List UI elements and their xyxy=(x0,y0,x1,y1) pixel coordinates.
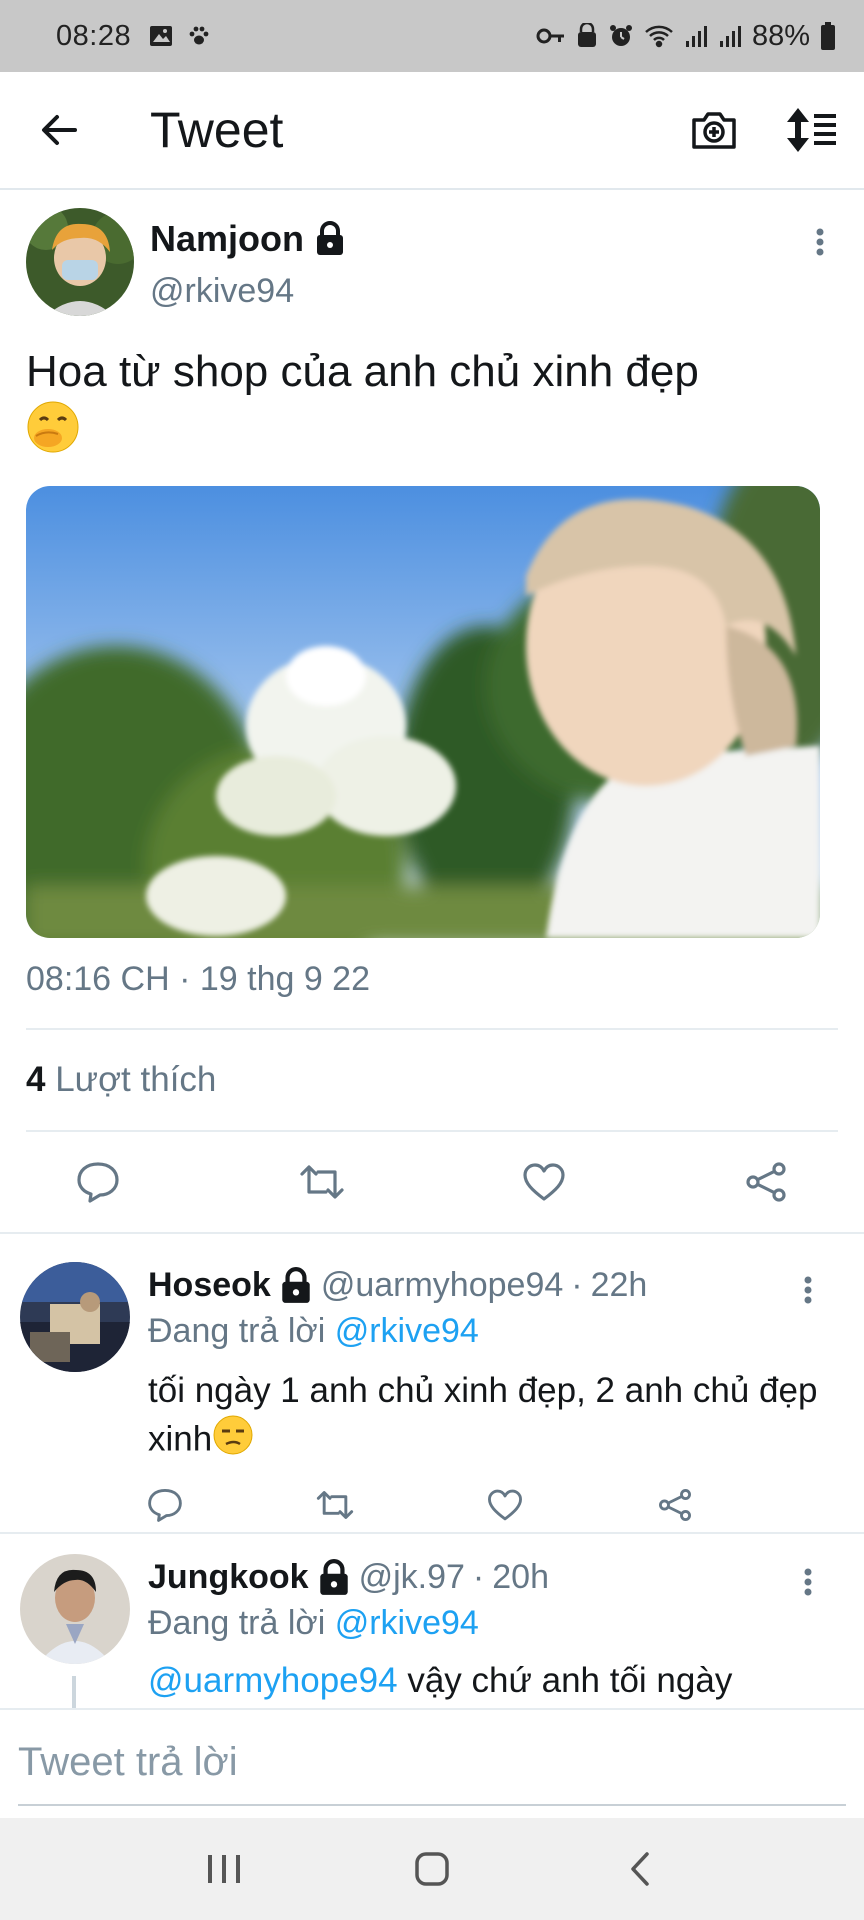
chevron-left-icon xyxy=(631,1852,649,1886)
like-icon xyxy=(488,1489,522,1521)
thread-line xyxy=(72,1676,76,1708)
tweet-text: Hoa từ shop của anh chủ xinh đẹp xyxy=(26,344,826,468)
status-bar: 08:28 88% xyxy=(0,0,864,72)
share-button[interactable] xyxy=(736,1152,796,1212)
reply-compose-bar[interactable]: Tweet trả lời xyxy=(0,1708,864,1814)
reply-author-name[interactable]: Hoseok xyxy=(148,1266,313,1305)
recents-button[interactable] xyxy=(184,1829,264,1909)
divider xyxy=(26,1028,838,1030)
hand-over-mouth-emoji-icon xyxy=(26,400,80,468)
lock-bag-icon xyxy=(576,23,598,49)
replying-label: Đang trả lời xyxy=(148,1604,326,1642)
reply-body-mention[interactable]: @uarmyhope94 xyxy=(148,1661,398,1700)
paw-icon xyxy=(187,24,211,48)
likes-number: 4 xyxy=(26,1060,46,1099)
arrow-left-icon xyxy=(42,115,77,145)
retweet-icon xyxy=(300,1165,344,1199)
kebab-icon xyxy=(804,1568,812,1596)
likes-label: Lượt thích xyxy=(55,1060,217,1099)
home-button[interactable] xyxy=(392,1829,472,1909)
share-icon xyxy=(659,1489,691,1521)
reply-button[interactable] xyxy=(140,1480,190,1530)
reply-text: tối ngày 1 anh chủ xinh đẹp, 2 anh chủ đ… xyxy=(148,1368,828,1468)
replying-to: Đang trả lời @rkive94 xyxy=(148,1312,479,1351)
share-icon xyxy=(746,1162,786,1202)
image-icon xyxy=(149,24,173,48)
more-options-button[interactable] xyxy=(788,1562,828,1602)
reply-author-name-text: Jungkook xyxy=(148,1558,309,1596)
battery-icon xyxy=(820,22,836,50)
reply-time: 22h xyxy=(590,1266,648,1304)
back-button[interactable] xyxy=(30,101,88,159)
avatar[interactable] xyxy=(20,1262,130,1372)
home-icon xyxy=(415,1852,449,1886)
dot-separator: · xyxy=(571,1266,583,1304)
replying-mention[interactable]: @rkive94 xyxy=(335,1312,479,1350)
reply-input[interactable]: Tweet trả lời xyxy=(18,1740,238,1785)
retweet-icon xyxy=(316,1491,354,1519)
retweet-button[interactable] xyxy=(310,1480,360,1530)
author-handle: @rkive94 xyxy=(150,272,295,310)
alarm-icon xyxy=(608,23,634,49)
tweet-body: Hoa từ shop của anh chủ xinh đẹp xyxy=(26,347,699,396)
avatar[interactable] xyxy=(20,1554,130,1664)
reply-icon xyxy=(77,1162,119,1203)
replying-to: Đang trả lời @rkive94 xyxy=(148,1604,479,1643)
app-header: Tweet xyxy=(0,72,864,190)
signal-icon xyxy=(684,24,708,48)
kebab-icon xyxy=(816,228,824,256)
reply-text: @uarmyhope94 vậy chứ anh tối ngày xyxy=(148,1658,828,1704)
sort-button[interactable] xyxy=(786,108,836,152)
back-nav-button[interactable] xyxy=(600,1829,680,1909)
more-options-button[interactable] xyxy=(800,222,840,262)
retweet-button[interactable] xyxy=(292,1152,352,1212)
camera-button[interactable] xyxy=(690,109,738,151)
tweet-action-bar xyxy=(0,1152,864,1218)
like-icon xyxy=(523,1163,565,1201)
status-time: 08:28 xyxy=(56,19,132,52)
replying-mention[interactable]: @rkive94 xyxy=(335,1604,479,1642)
lock-icon xyxy=(282,1266,310,1303)
camera-plus-icon xyxy=(692,112,736,149)
likes-count[interactable]: 4 Lượt thích xyxy=(26,1060,216,1100)
reply-button[interactable] xyxy=(68,1152,128,1212)
wifi-icon xyxy=(644,23,674,49)
avatar[interactable] xyxy=(26,208,134,316)
like-button[interactable] xyxy=(480,1480,530,1530)
like-button[interactable] xyxy=(514,1152,574,1212)
recents-icon xyxy=(208,1855,240,1883)
kebab-icon xyxy=(804,1276,812,1304)
page-title: Tweet xyxy=(150,102,284,158)
reply-time: 20h xyxy=(492,1558,549,1596)
reply-action-bar xyxy=(0,1480,864,1530)
input-underline xyxy=(18,1804,846,1806)
battery-percent: 88% xyxy=(751,19,810,52)
share-button[interactable] xyxy=(650,1480,700,1530)
reply-author-name[interactable]: Jungkook xyxy=(148,1558,351,1597)
replying-label: Đang trả lời xyxy=(148,1312,326,1350)
tweet-timestamp: 08:16 CH · 19 thg 9 22 xyxy=(26,960,371,998)
tweet-media-image[interactable] xyxy=(26,486,820,938)
system-nav-bar xyxy=(0,1818,864,1920)
reply-item[interactable]: Hoseok @uarmyhope94 · 22h Đang trả lời @… xyxy=(0,1234,864,1532)
key-icon xyxy=(536,24,566,48)
unamused-emoji-icon xyxy=(212,1414,254,1468)
reply-icon xyxy=(148,1489,182,1522)
more-options-button[interactable] xyxy=(788,1270,828,1310)
author-name-text: Namjoon xyxy=(150,218,305,259)
reply-body: vậy chứ anh tối ngày xyxy=(407,1661,733,1700)
divider xyxy=(26,1130,838,1132)
sort-icon xyxy=(787,108,836,152)
reply-item[interactable]: Jungkook @jk.97 · 20h Đang trả lời @rkiv… xyxy=(0,1534,864,1708)
reply-author-name-text: Hoseok xyxy=(148,1266,271,1304)
dot-separator: · xyxy=(472,1558,485,1596)
author-name[interactable]: Namjoon xyxy=(150,218,346,260)
reply-handle: @jk.97 xyxy=(358,1558,465,1596)
reply-handle: @uarmyhope94 xyxy=(320,1266,564,1304)
signal-icon xyxy=(718,24,742,48)
lock-icon xyxy=(317,221,344,255)
lock-icon xyxy=(319,1558,348,1595)
